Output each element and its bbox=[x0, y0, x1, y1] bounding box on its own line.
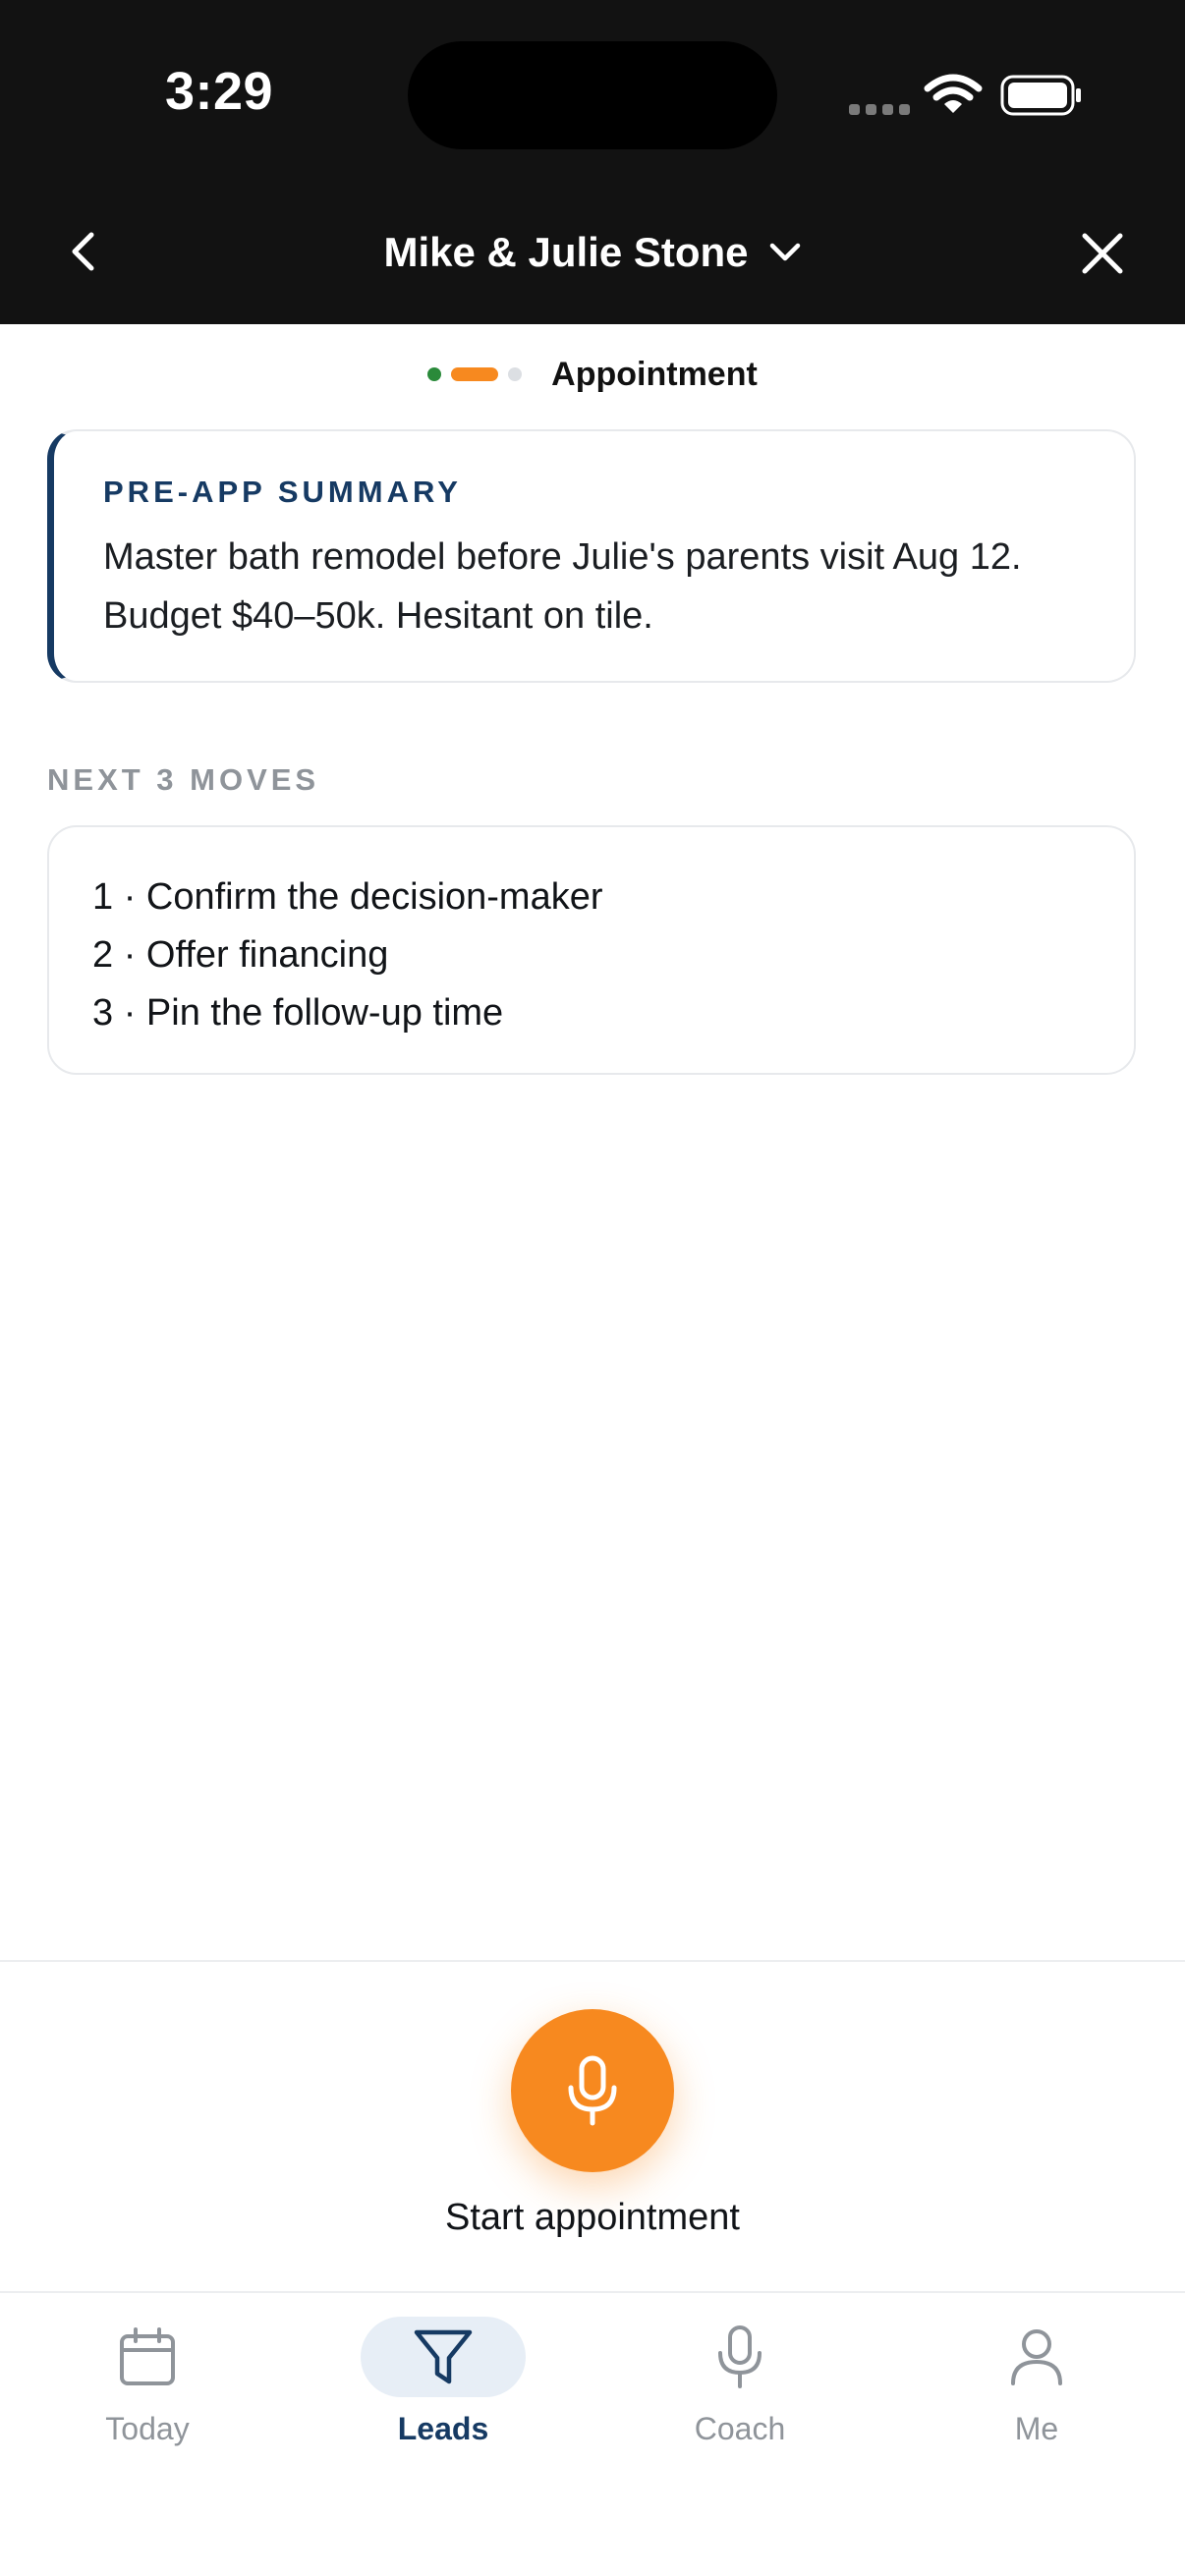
tab-label: Me bbox=[1014, 2411, 1059, 2446]
divider bbox=[0, 1960, 1185, 1962]
move-item: 1 · Confirm the decision-maker bbox=[92, 876, 603, 918]
step-label: Appointment bbox=[551, 355, 758, 393]
step-dot-pending bbox=[508, 367, 523, 381]
battery-icon bbox=[1000, 75, 1081, 116]
chevron-left-icon bbox=[72, 232, 94, 271]
wifi-icon bbox=[924, 74, 983, 113]
chevron-down-icon bbox=[769, 243, 800, 261]
tab-today[interactable]: Today bbox=[59, 2317, 236, 2464]
lead-selector[interactable]: Mike & Julie Stone bbox=[295, 221, 890, 284]
back-button[interactable] bbox=[55, 222, 110, 281]
person-icon bbox=[1011, 2329, 1062, 2385]
tab-leads[interactable]: Leads bbox=[355, 2317, 532, 2464]
start-appointment-button[interactable] bbox=[511, 2009, 674, 2172]
pre-app-summary-card: PRE-APP SUMMARY Master bath remodel befo… bbox=[47, 429, 1136, 683]
close-button[interactable] bbox=[1069, 222, 1136, 285]
cellular-signal-icon bbox=[849, 104, 910, 115]
move-item: 2 · Offer financing bbox=[92, 934, 389, 976]
microphone-icon bbox=[568, 2055, 617, 2126]
tab-coach[interactable]: Coach bbox=[651, 2317, 828, 2464]
nav-title: Mike & Julie Stone bbox=[383, 229, 749, 275]
start-appointment-label[interactable]: Start appointment bbox=[0, 2197, 1185, 2239]
filter-icon bbox=[414, 2329, 473, 2384]
tab-label: Today bbox=[105, 2411, 190, 2446]
moves-list: 1 · Confirm the decision-maker 2 · Offer… bbox=[92, 868, 603, 1042]
step-dot-current bbox=[451, 367, 499, 381]
tab-label: Leads bbox=[397, 2411, 489, 2446]
step-dot-complete bbox=[427, 367, 442, 381]
dynamic-island bbox=[408, 41, 777, 149]
summary-title: PRE-APP SUMMARY bbox=[103, 475, 462, 509]
status-time: 3:29 bbox=[164, 62, 274, 121]
close-icon bbox=[1082, 233, 1123, 274]
tab-label: Coach bbox=[694, 2411, 786, 2446]
next-moves-card: 1 · Confirm the decision-maker 2 · Offer… bbox=[47, 825, 1136, 1075]
progress-dots bbox=[427, 367, 523, 381]
next-moves-heading: NEXT 3 MOVES bbox=[47, 762, 320, 797]
tab-me[interactable]: Me bbox=[948, 2317, 1125, 2464]
calendar-icon bbox=[120, 2327, 175, 2385]
move-item: 3 · Pin the follow-up time bbox=[92, 992, 504, 1034]
summary-text: Master bath remodel before Julie's paren… bbox=[103, 536, 1022, 637]
tab-bar: Today Leads Coach Me bbox=[0, 2293, 1185, 2576]
step-indicator: Appointment bbox=[0, 348, 1185, 401]
top-header: 3:29 Mike & Julie Stone bbox=[0, 0, 1185, 324]
microphone-icon bbox=[718, 2325, 762, 2388]
